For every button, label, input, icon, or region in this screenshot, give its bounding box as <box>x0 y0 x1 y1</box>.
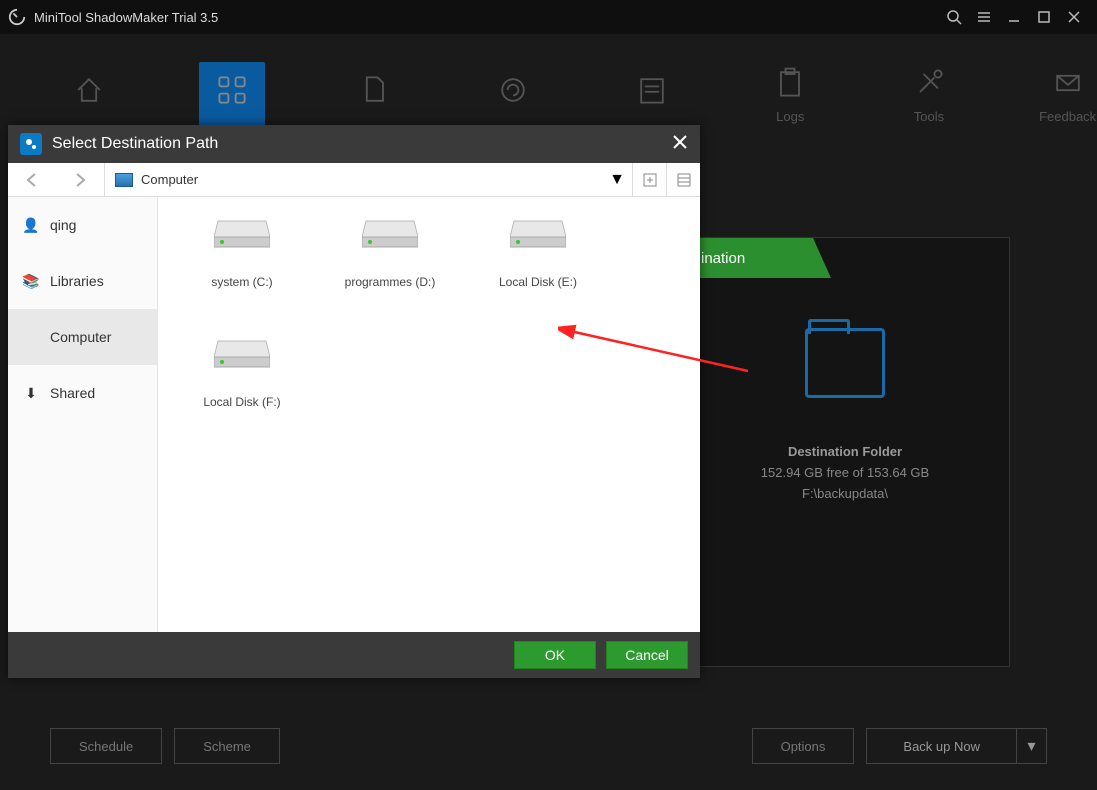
drive-item[interactable]: system (C:) <box>168 211 316 331</box>
forward-icon[interactable] <box>56 171 104 189</box>
ok-button[interactable]: OK <box>514 641 596 669</box>
nav-backup[interactable] <box>199 62 265 126</box>
files-icon <box>356 72 392 108</box>
chevron-down-icon[interactable]: ▾ <box>1017 728 1047 764</box>
options-button[interactable]: Options <box>752 728 855 764</box>
drive-item[interactable]: Local Disk (F:) <box>168 331 316 451</box>
destination-free: 152.94 GB free of 153.64 GB <box>761 465 929 480</box>
user-icon: 👤 <box>22 216 40 234</box>
close-icon[interactable] <box>672 134 688 155</box>
breadcrumb-dropdown-icon[interactable]: ▼ <box>602 171 632 189</box>
grid-icon <box>214 72 250 108</box>
drive-item[interactable]: programmes (D:) <box>316 211 464 331</box>
nav-tools[interactable]: Tools <box>900 65 959 124</box>
restore-icon <box>495 72 531 108</box>
sidebar-item-computer[interactable]: Computer <box>8 309 157 365</box>
disk-icon <box>214 337 270 371</box>
close-window-icon[interactable] <box>1059 2 1089 32</box>
nav-manage[interactable] <box>622 72 681 116</box>
folder-icon <box>805 328 885 398</box>
list-view-icon[interactable] <box>666 163 700 196</box>
nav-logs[interactable]: Logs <box>761 65 820 124</box>
dialog-sidebar: 👤 qing 📚 Libraries Computer ⬇ Shared <box>8 197 158 632</box>
monitor-icon <box>115 173 133 187</box>
destination-path: F:\backupdata\ <box>802 486 888 501</box>
select-destination-dialog: Select Destination Path Computer ▼ 👤 qin… <box>8 125 700 678</box>
new-folder-icon[interactable] <box>632 163 666 196</box>
list-icon <box>634 72 670 108</box>
library-icon: 📚 <box>22 272 40 290</box>
minimize-icon[interactable] <box>999 2 1029 32</box>
app-title: MiniTool ShadowMaker Trial 3.5 <box>34 10 218 25</box>
bottom-bar: Schedule Scheme Options Back up Now ▾ <box>0 702 1097 790</box>
tools-icon <box>911 65 947 101</box>
shared-icon: ⬇ <box>22 384 40 402</box>
destination-panel: ination Destination Folder 152.94 GB fre… <box>680 237 1010 667</box>
nav-sync[interactable] <box>345 72 404 116</box>
clipboard-icon <box>772 65 808 101</box>
dialog-titlebar: Select Destination Path <box>8 125 700 163</box>
dialog-content: system (C:) programmes (D:) Local Disk (… <box>158 197 700 632</box>
disk-icon <box>362 217 418 251</box>
back-icon[interactable] <box>8 171 56 189</box>
sidebar-item-shared[interactable]: ⬇ Shared <box>8 365 157 421</box>
destination-tab[interactable]: ination <box>681 238 831 278</box>
drive-item[interactable]: Local Disk (E:) <box>464 211 612 331</box>
destination-body[interactable]: Destination Folder 152.94 GB free of 153… <box>681 278 1009 501</box>
menu-icon[interactable] <box>969 2 999 32</box>
nav-home[interactable] <box>60 72 119 116</box>
nav-restore[interactable] <box>484 72 543 116</box>
dialog-toolbar: Computer ▼ <box>8 163 700 197</box>
app-logo <box>8 8 26 26</box>
backup-now-button[interactable]: Back up Now ▾ <box>866 728 1047 764</box>
home-icon <box>71 72 107 108</box>
disk-icon <box>214 217 270 251</box>
mail-icon <box>1050 65 1086 101</box>
schedule-button[interactable]: Schedule <box>50 728 162 764</box>
maximize-icon[interactable] <box>1029 2 1059 32</box>
search-icon[interactable] <box>939 2 969 32</box>
destination-title: Destination Folder <box>788 444 902 459</box>
nav-feedback[interactable]: Feedback <box>1038 65 1097 124</box>
scheme-button[interactable]: Scheme <box>174 728 280 764</box>
title-bar: MiniTool ShadowMaker Trial 3.5 <box>0 0 1097 34</box>
dialog-footer: OK Cancel <box>8 632 700 678</box>
dialog-logo <box>20 133 42 155</box>
disk-icon <box>510 217 566 251</box>
breadcrumb[interactable]: Computer <box>105 172 602 187</box>
sidebar-item-user[interactable]: 👤 qing <box>8 197 157 253</box>
dialog-title: Select Destination Path <box>52 135 218 153</box>
monitor-icon <box>22 328 40 346</box>
sidebar-item-libraries[interactable]: 📚 Libraries <box>8 253 157 309</box>
cancel-button[interactable]: Cancel <box>606 641 688 669</box>
